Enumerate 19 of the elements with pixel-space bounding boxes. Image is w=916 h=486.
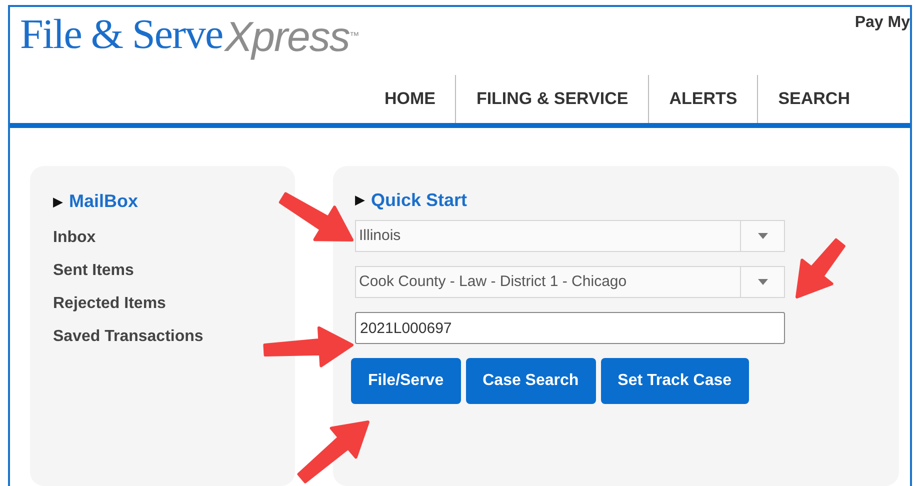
action-button[interactable]: Set Track Case xyxy=(600,358,749,404)
logo[interactable]: File & ServeXpress™ xyxy=(10,7,360,67)
case-number-field[interactable]: 2021L000697 xyxy=(355,312,785,344)
action-button[interactable]: Case Search xyxy=(466,358,596,404)
caret-icon xyxy=(758,233,768,239)
quick-start-title[interactable]: Quick Start xyxy=(371,186,468,214)
annotation-arrow xyxy=(796,238,846,298)
mailbox-title[interactable]: MailBox xyxy=(69,188,138,215)
mailbox-link[interactable]: Inbox xyxy=(53,221,96,254)
state-dropdown[interactable]: Illinois xyxy=(355,220,785,252)
mailbox-link[interactable]: Sent Items xyxy=(53,254,134,287)
mailbox-link[interactable]: Rejected Items xyxy=(53,287,166,320)
triangle-marker: ▶ xyxy=(53,192,63,211)
mailbox-link[interactable]: Saved Transactions xyxy=(53,320,204,353)
caret-icon xyxy=(758,279,768,285)
triangle-marker: ▶ xyxy=(355,191,365,210)
nav-tab[interactable]: HOME xyxy=(364,74,456,123)
court-dropdown[interactable]: Cook County - Law - District 1 - Chicago xyxy=(355,266,785,298)
action-button[interactable]: File/Serve xyxy=(351,358,461,404)
